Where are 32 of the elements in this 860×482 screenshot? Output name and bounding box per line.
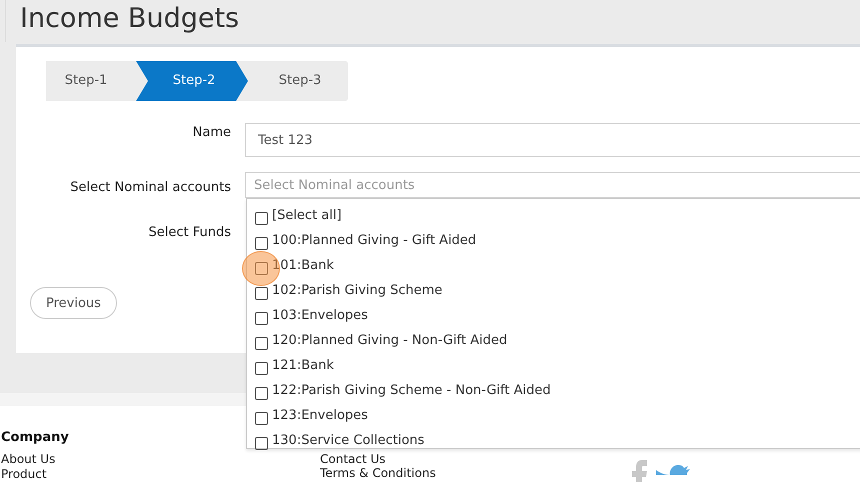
page-title: Income Budgets bbox=[20, 2, 240, 36]
name-input[interactable]: Test 123 bbox=[245, 123, 860, 157]
dropdown-option[interactable]: 123:Envelopes bbox=[247, 403, 368, 428]
checkbox[interactable] bbox=[255, 286, 268, 300]
checkbox[interactable] bbox=[255, 336, 268, 350]
step-tab[interactable]: Step-2 bbox=[136, 61, 248, 101]
dropdown-option[interactable]: 103:Envelopes bbox=[247, 303, 368, 328]
field-label: Name bbox=[192, 124, 232, 140]
select-field[interactable]: Select Nominal accounts bbox=[245, 172, 860, 198]
footer-link[interactable]: Product bbox=[1, 467, 47, 481]
field-label: Select Nominal accounts bbox=[69, 179, 232, 195]
checkbox[interactable] bbox=[255, 412, 268, 424]
dropdown-option[interactable]: 130:Service Collections bbox=[247, 428, 424, 453]
footer-link[interactable]: Terms & Conditions bbox=[320, 466, 436, 480]
field-label: Select Funds bbox=[147, 224, 232, 240]
checkbox[interactable] bbox=[255, 312, 268, 324]
footer-link[interactable]: Contact Us bbox=[320, 452, 386, 466]
footer-heading: Company bbox=[1, 430, 69, 446]
dropdown-option[interactable]: 120:Planned Giving - Non-Gift Aided bbox=[247, 328, 508, 353]
checkbox[interactable] bbox=[255, 212, 268, 224]
checkbox[interactable] bbox=[255, 262, 268, 274]
dropdown-option[interactable]: 121:Bank bbox=[247, 353, 334, 378]
footer-link[interactable]: About Us bbox=[1, 452, 56, 466]
previous-button[interactable]: Previous bbox=[30, 287, 117, 319]
dropdown-option[interactable]: 102:Parish Giving Scheme bbox=[247, 278, 442, 303]
checkbox[interactable] bbox=[255, 362, 268, 374]
dropdown-option[interactable]: [Select all] bbox=[247, 203, 342, 228]
dropdown-option[interactable]: 122:Parish Giving Scheme - Non-Gift Aided bbox=[247, 378, 551, 403]
checkbox[interactable] bbox=[255, 436, 268, 450]
checkbox[interactable] bbox=[255, 386, 268, 400]
dropdown-option[interactable]: 100:Planned Giving - Gift Aided bbox=[247, 228, 476, 253]
checkbox[interactable] bbox=[255, 236, 268, 250]
